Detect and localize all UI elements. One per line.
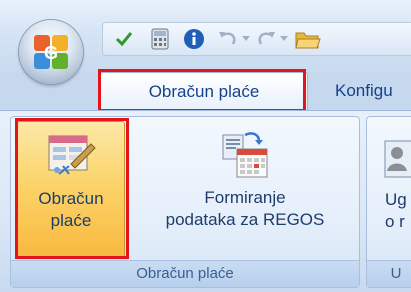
office-button[interactable]: G (19, 20, 83, 84)
info-icon[interactable] (181, 26, 207, 52)
formiranje-button-label-line1: Formiranje (204, 188, 286, 207)
tab-konfiguracija[interactable]: Konfigu (335, 72, 393, 110)
user-contract-icon (384, 140, 411, 178)
ugovori-button[interactable]: Ug o r (369, 121, 411, 258)
undo-icon[interactable] (215, 26, 241, 52)
group-caption: Obračun plaće (11, 260, 359, 287)
button-highlight-frame (15, 118, 129, 259)
svg-text:G: G (44, 43, 58, 63)
redo-dropdown-icon[interactable] (277, 26, 291, 52)
ugovori-button-label-line2: o r (385, 212, 405, 231)
tab-highlight-frame (98, 69, 306, 112)
calendar-transfer-icon (222, 132, 268, 178)
redo-icon[interactable] (253, 26, 279, 52)
quick-access-toolbar (102, 22, 411, 56)
ugovori-button-label-line1: Ug (385, 190, 407, 209)
checkmark-icon[interactable] (111, 26, 137, 52)
open-folder-icon[interactable] (295, 26, 321, 52)
formiranje-button-label-line2: podataka za REGOS (165, 210, 325, 229)
undo-dropdown-icon[interactable] (239, 26, 253, 52)
ribbon-group-ugovori: Ug o r U (366, 116, 411, 288)
office-logo-icon: G (34, 35, 68, 69)
group-caption: U (367, 260, 411, 287)
tab-label: Konfigu (335, 81, 393, 100)
calculator-icon[interactable] (147, 26, 173, 52)
formiranje-podataka-regos-button[interactable]: Formiranje podataka za REGOS (133, 121, 357, 258)
